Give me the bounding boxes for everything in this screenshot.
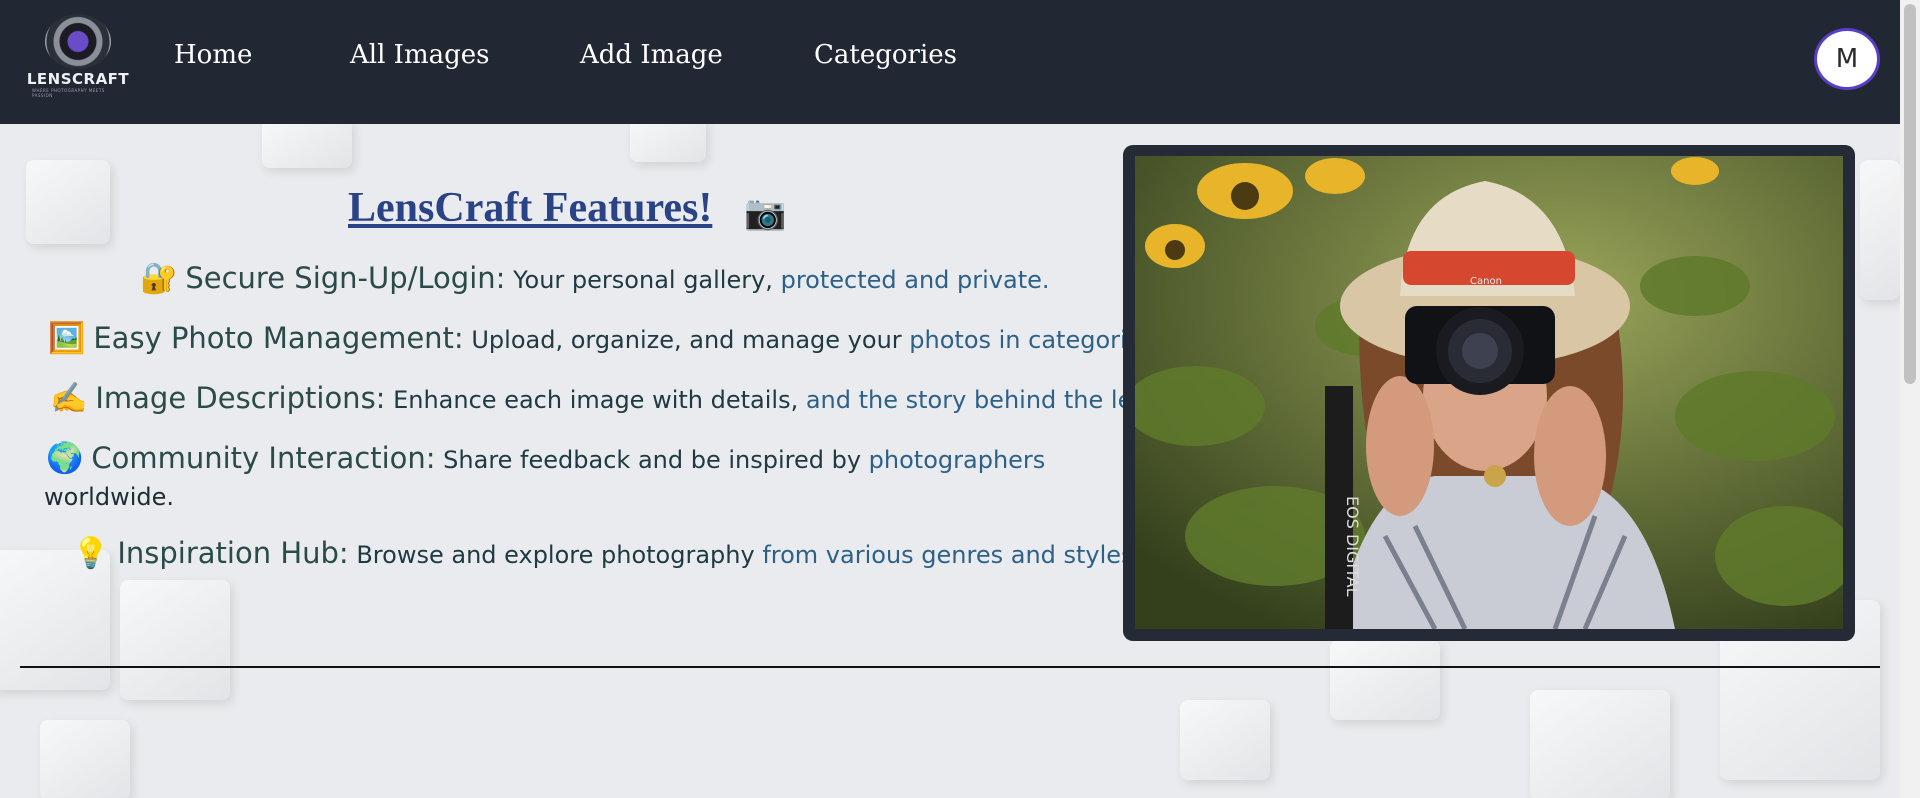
- navbar: LENSCRAFT WHERE PHOTOGRAPHY MEETS PASSIO…: [0, 0, 1900, 124]
- features-title: LensCraft Features!: [348, 185, 713, 231]
- page-scrollbar[interactable]: [1900, 0, 1920, 798]
- photographer-illustration: Canon EOS DIGITAL: [1135, 156, 1843, 629]
- section-divider: [20, 666, 1880, 668]
- writing-hand-icon: ✍️: [50, 381, 88, 416]
- photographer-photo: Canon EOS DIGITAL: [1135, 156, 1843, 629]
- feature-description: Upload, organize, and manage your photos…: [471, 326, 1162, 354]
- feature-item: 🖼️ Easy Photo Management: Upload, organiz…: [48, 321, 1162, 356]
- feature-description: Share feedback and be inspired by photog…: [443, 446, 1046, 474]
- framed-picture-icon: 🖼️: [48, 321, 86, 356]
- scrollbar-thumb[interactable]: [1904, 4, 1916, 384]
- camera-icon: 📷: [744, 193, 787, 233]
- feature-item: ✍️ Image Descriptions: Enhance each image…: [50, 381, 1168, 416]
- logo-text: LENSCRAFT: [26, 70, 130, 88]
- feature-description: Browse and explore photography from vari…: [356, 541, 1142, 569]
- featured-photo-frame: Canon EOS DIGITAL: [1123, 145, 1855, 641]
- feature-item: 💡 Inspiration Hub: Browse and explore pho…: [72, 536, 1141, 571]
- feature-title: Image Descriptions:: [95, 381, 386, 415]
- nav-link-categories[interactable]: Categories: [814, 40, 957, 70]
- feature-item: 🌍 Community Interaction: Share feedback a…: [46, 441, 1045, 476]
- feature-title: Community Interaction:: [91, 441, 436, 475]
- feature-description: Enhance each image with details, and the…: [393, 386, 1168, 414]
- nav-link-add-image[interactable]: Add Image: [580, 40, 723, 70]
- nav-link-all-images[interactable]: All Images: [350, 40, 489, 70]
- camera-brand: Canon: [1470, 276, 1502, 287]
- camera-lens-icon: [45, 14, 111, 69]
- feature-title: Inspiration Hub:: [117, 536, 349, 570]
- strap-text: EOS DIGITAL: [1343, 496, 1362, 597]
- feature-title: Easy Photo Management:: [93, 321, 464, 355]
- user-avatar[interactable]: M: [1814, 28, 1880, 90]
- feature-item: 🔐 Secure Sign-Up/Login: Your personal gal…: [140, 261, 1050, 296]
- feature-title: Secure Sign-Up/Login:: [185, 261, 506, 295]
- globe-icon: 🌍: [46, 441, 84, 476]
- site-logo[interactable]: LENSCRAFT WHERE PHOTOGRAPHY MEETS PASSIO…: [27, 14, 129, 98]
- feature-description: Your personal gallery, protected and pri…: [513, 266, 1050, 294]
- feature-description-wrap: worldwide.: [44, 483, 175, 511]
- logo-subtext: WHERE PHOTOGRAPHY MEETS PASSION: [32, 88, 105, 98]
- light-bulb-icon: 💡: [72, 536, 110, 571]
- nav-link-home[interactable]: Home: [174, 40, 252, 70]
- lock-key-icon: 🔐: [140, 261, 178, 296]
